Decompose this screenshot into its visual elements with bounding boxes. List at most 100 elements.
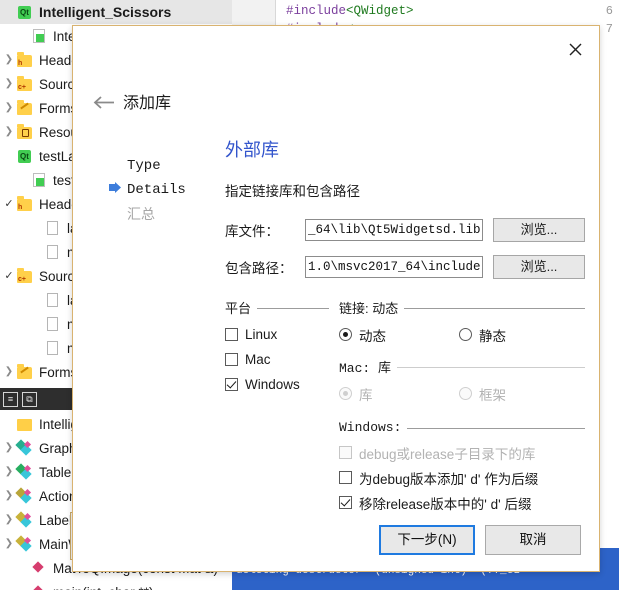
wizard-step-label: 汇总 <box>127 206 155 222</box>
platform-checkbox-mac-label: Mac <box>245 352 271 367</box>
line-number: 6 <box>605 4 613 18</box>
qt-project-icon: Qt <box>16 4 34 20</box>
outline-item-label: Table <box>39 464 72 480</box>
add-library-dialog: 添加库 Type Details 汇总 外部库 指定链接库和包含路径 库文件： … <box>72 25 600 572</box>
checkbox-icon <box>339 446 352 459</box>
outline-item[interactable]: main(int, char **) <box>0 580 232 590</box>
folder-plain-icon <box>16 416 34 432</box>
doc-icon <box>44 316 62 332</box>
back-arrow-icon[interactable] <box>89 88 119 116</box>
dialog-footer: 下一步(N) 取消 <box>379 525 581 555</box>
radio-icon[interactable] <box>459 328 472 341</box>
link-radio-1[interactable]: 静态 <box>459 322 506 347</box>
doc-icon <box>44 220 62 236</box>
screen-root: 6 7 #include<QWidget> #include< en se Ev… <box>0 0 619 590</box>
folder-headers-icon: h <box>16 196 34 212</box>
platform-group-legend: 平台 <box>225 298 329 317</box>
next-button[interactable]: 下一步(N) <box>379 525 475 555</box>
checkbox-icon[interactable] <box>339 471 352 484</box>
chevron-right-icon[interactable]: ❯ <box>2 103 16 113</box>
wizard-step-summary[interactable]: 汇总 <box>109 202 199 226</box>
class-icon <box>15 487 34 504</box>
checkbox-icon[interactable] <box>225 353 238 366</box>
outline-item-label: main(int, char **) <box>52 585 154 590</box>
class-icon <box>15 463 34 480</box>
check-icon: ✓ <box>4 269 14 282</box>
folder-headers-icon: h <box>16 52 34 68</box>
windows-checkbox-0-label: debug或release子目录下的库 <box>359 446 536 462</box>
platform-group: 平台 Linux Mac Windows <box>225 292 329 515</box>
filter-icon[interactable]: ≡ <box>3 391 18 407</box>
platform-checkbox-linux-label: Linux <box>245 327 278 342</box>
folder-forms-icon <box>16 100 34 116</box>
library-file-browse-button[interactable]: 浏览... <box>493 218 585 242</box>
platform-options[interactable]: Linux Mac Windows <box>225 317 329 397</box>
windows-checkbox-2-label: 移除release版本中的' d' 后缀 <box>359 496 532 512</box>
checkbox-icon[interactable] <box>225 378 238 391</box>
doc-icon <box>44 340 62 356</box>
link-radio-0-label: 动态 <box>359 328 386 344</box>
link-group-legend: 链接: 动态 <box>339 298 585 317</box>
mac-radio-1-label: 框架 <box>479 387 506 403</box>
mac-radio-0: 库 <box>339 381 459 406</box>
folder-resources-icon <box>16 124 34 140</box>
windows-group: Windows: debug或release子目录下的库 为debug版本添加' … <box>339 420 585 515</box>
windows-group-legend: Windows: <box>339 420 585 435</box>
platform-checkbox-mac[interactable]: Mac <box>225 347 329 372</box>
dialog-title: 添加库 <box>123 95 172 112</box>
checkbox-icon[interactable] <box>339 496 352 509</box>
doc-icon <box>44 292 62 308</box>
method-icon <box>30 560 48 576</box>
wizard-nav[interactable]: Type Details 汇总 <box>109 154 199 226</box>
arrow-right-icon <box>109 182 123 198</box>
mac-options: 库 框架 <box>339 376 585 406</box>
include-path-label: 包含路径： <box>225 261 293 276</box>
checkbox-icon[interactable] <box>225 328 238 341</box>
platform-checkbox-linux[interactable]: Linux <box>225 322 329 347</box>
folder-forms-icon <box>16 364 34 380</box>
section-subtitle: 指定链接库和包含路径 <box>225 184 360 199</box>
cancel-button[interactable]: 取消 <box>485 525 581 555</box>
chevron-right-icon[interactable]: ❯ <box>2 127 16 137</box>
link-radio-1-label: 静态 <box>479 328 506 344</box>
windows-checkbox-1[interactable]: 为debug版本添加' d' 作为后缀 <box>339 465 585 490</box>
class-icon <box>15 439 34 456</box>
mac-radio-0-label: 库 <box>359 387 373 403</box>
close-icon[interactable] <box>559 34 591 64</box>
folder-sources-icon: c+ <box>16 268 34 284</box>
outline-item-label: Label <box>39 512 73 528</box>
class-icon <box>15 535 34 552</box>
library-file-input[interactable]: _64\lib\Qt5Widgetsd.lib <box>305 219 483 241</box>
include-path-browse-button[interactable]: 浏览... <box>493 255 585 279</box>
tree-item-label: Intelligent_Scissors <box>39 4 172 20</box>
chevron-right-icon[interactable]: ❯ <box>2 55 16 65</box>
tree-item[interactable]: Qt Intelligent_Scissors <box>0 0 232 24</box>
line-number: 7 <box>605 22 613 36</box>
link-options[interactable]: 动态 静态 <box>339 317 585 347</box>
wizard-step-label: Details <box>127 182 186 198</box>
chevron-right-icon[interactable]: ❯ <box>2 367 16 377</box>
link-radio-0[interactable]: 动态 <box>339 322 459 347</box>
folder-sources-icon: c+ <box>16 76 34 92</box>
windows-options[interactable]: debug或release子目录下的库 为debug版本添加' d' 作为后缀 移除… <box>339 435 585 515</box>
chevron-right-icon[interactable]: ❯ <box>2 79 16 89</box>
link-group: 链接: 动态 动态 静态 <box>339 298 585 347</box>
platform-checkbox-windows[interactable]: Windows <box>225 372 329 397</box>
windows-checkbox-0: debug或release子目录下的库 <box>339 440 585 465</box>
library-file-row: 库文件： _64\lib\Qt5Widgetsd.lib 浏览... <box>225 218 585 242</box>
dialog-body: 外部库 指定链接库和包含路径 库文件： _64\lib\Qt5Widgetsd.… <box>225 136 585 515</box>
method-icon <box>30 584 48 590</box>
wizard-step-label: Type <box>127 158 161 174</box>
qt-pro-file-icon <box>30 172 48 188</box>
wizard-step-details[interactable]: Details <box>109 178 199 202</box>
radio-icon[interactable] <box>339 328 352 341</box>
windows-checkbox-1-label: 为debug版本添加' d' 作为后缀 <box>359 471 539 487</box>
include-path-row: 包含路径： 1.0\msvc2017_64\include 浏览... <box>225 255 585 279</box>
check-icon: ✓ <box>4 197 14 210</box>
link-icon[interactable]: ⧉ <box>22 391 37 407</box>
wizard-step-type[interactable]: Type <box>109 154 199 178</box>
platform-checkbox-windows-label: Windows <box>245 377 300 392</box>
doc-icon <box>44 244 62 260</box>
windows-checkbox-2[interactable]: 移除release版本中的' d' 后缀 <box>339 490 585 515</box>
include-path-input[interactable]: 1.0\msvc2017_64\include <box>305 256 483 278</box>
